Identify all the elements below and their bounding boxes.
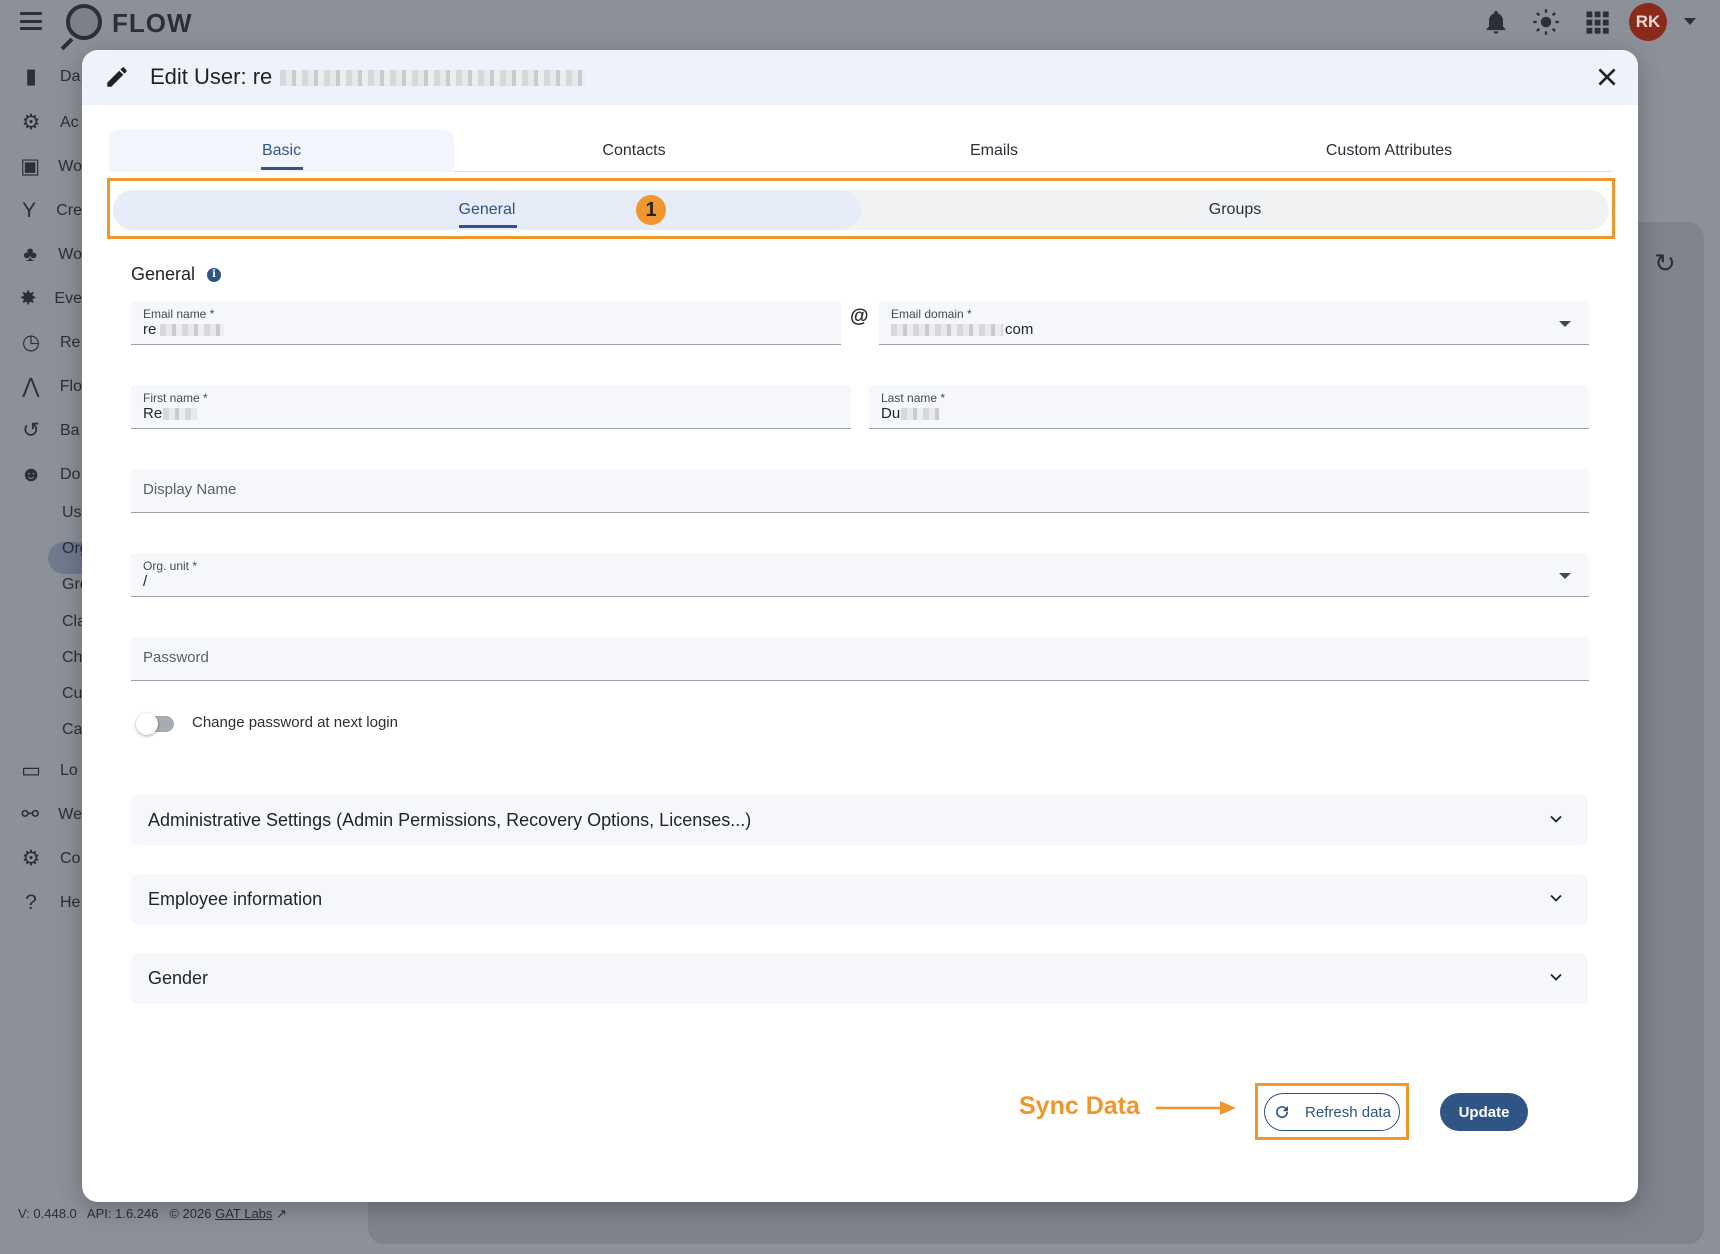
sidebar-item[interactable]: ⚯ We [18, 800, 82, 830]
first-name-field[interactable]: First name * Re [131, 385, 851, 429]
tab-contacts[interactable]: Contacts [454, 130, 814, 172]
sidebar-item[interactable]: ↺ Ba [18, 416, 82, 446]
redacted-text [891, 323, 1003, 336]
chevron-down-icon [1559, 321, 1571, 327]
modal-header: Edit User: re [82, 50, 1638, 105]
tab-emails[interactable]: Emails [814, 130, 1174, 172]
sidebar-sub-item[interactable]: Ch [62, 649, 82, 667]
sidebar-item[interactable]: ▭ Lo [18, 756, 82, 786]
app-name: FLOW [112, 8, 193, 38]
flow-logo-icon [66, 4, 102, 40]
info-icon[interactable]: i [207, 267, 222, 282]
people-icon: ☻ [19, 463, 43, 486]
redacted-text [280, 70, 586, 86]
sidebar: ▮ Da ⚙ Ac ▣ Wo Y Cre ♣ Wo ✸ Eve ◷ Re ⋀ Flo ↺ Ba ☻… [0, 46, 88, 1176]
refresh-icon[interactable]: ↻ [1654, 248, 1676, 279]
api-version-text: API: 1.6.246 [86, 1206, 159, 1221]
sidebar-item[interactable]: Y Cre [18, 196, 82, 226]
clock-icon: ◷ [21, 331, 41, 354]
version-text: V: 0.448.0 [18, 1206, 77, 1221]
sidebar-sub-item[interactable]: Ca [62, 721, 82, 739]
sidebar-sub-item[interactable]: Us [62, 504, 82, 522]
password-field[interactable]: Password [131, 637, 1589, 681]
main-tabs: Basic Contacts Emails Custom Attributes [109, 130, 1613, 172]
sidebar-item[interactable]: ☻ Do [18, 460, 82, 490]
external-link-icon: ↗ [276, 1206, 287, 1221]
sidebar-item[interactable]: ◷ Re [18, 328, 82, 358]
email-name-field[interactable]: Email name * re [131, 301, 841, 345]
sun-icon[interactable] [1532, 8, 1560, 36]
pencil-icon [107, 67, 127, 87]
at-sign: @ [850, 306, 869, 327]
bar-chart-icon: ▮ [25, 65, 37, 88]
edit-user-modal: Edit User: re Basic Contacts Emails Cust… [82, 50, 1638, 1202]
change-password-label: Change password at next login [192, 714, 398, 731]
chevron-down-icon [1559, 573, 1571, 579]
log-icon: ▭ [21, 759, 41, 782]
display-name-field[interactable]: Display Name [131, 469, 1589, 513]
history-icon: ↺ [22, 419, 40, 442]
accordion-administrative-settings[interactable]: Administrative Settings (Admin Permissio… [131, 795, 1588, 846]
modal-title: Edit User: re [150, 64, 273, 89]
footer: V: 0.448.0 API: 1.6.246 © 2026 GAT Labs … [18, 1206, 287, 1222]
chevron-down-icon [1550, 894, 1562, 902]
sidebar-item[interactable]: ? He [18, 888, 82, 918]
last-name-field[interactable]: Last name * Du [869, 385, 1589, 429]
accordion-employee-information[interactable]: Employee information [131, 874, 1588, 925]
sidebar-item[interactable]: ⚙ Co [18, 844, 82, 874]
top-bar: FLOW RK [0, 0, 1720, 46]
subtab-general[interactable]: General [113, 190, 861, 230]
sidebar-item[interactable]: ▣ Wo [18, 152, 82, 182]
redacted-text [901, 407, 940, 420]
refresh-data-button[interactable]: Refresh data [1264, 1093, 1400, 1131]
accordion-gender[interactable]: Gender [131, 953, 1588, 1004]
fork-icon: Y [22, 199, 37, 222]
chevron-down-icon [1550, 973, 1562, 981]
redacted-text [160, 323, 225, 336]
tab-basic[interactable]: Basic [109, 130, 454, 172]
sidebar-item[interactable]: ♣ Wo [18, 240, 82, 270]
webhook-icon: ⚯ [21, 803, 39, 826]
company-link[interactable]: GAT Labs [215, 1206, 272, 1221]
sidebar-item[interactable]: ⋀ Flo [18, 372, 82, 402]
subtab-groups[interactable]: Groups [861, 190, 1609, 230]
apps-grid-icon[interactable] [1583, 8, 1611, 36]
chevron-down-icon [1550, 815, 1562, 823]
alarm-icon: ✸ [19, 287, 38, 310]
flow-icon: ⋀ [22, 375, 40, 398]
avatar[interactable]: RK [1629, 3, 1667, 41]
window-code-icon: ▣ [20, 155, 41, 178]
org-unit-select[interactable]: Org. unit * / [131, 553, 1589, 597]
section-title: General i [131, 264, 222, 285]
update-button[interactable]: Update [1440, 1093, 1528, 1131]
sub-tabs: General Groups [113, 190, 1609, 230]
refresh-icon [1276, 1106, 1289, 1119]
change-password-toggle[interactable] [136, 713, 174, 735]
redacted-text [163, 407, 198, 420]
chevron-down-icon[interactable] [1684, 18, 1696, 25]
sidebar-item[interactable]: ▮ Da [18, 62, 82, 92]
annotation-number-badge: 1 [636, 195, 666, 225]
email-domain-select[interactable]: Email domain * com [879, 301, 1589, 345]
sidebar-sub-item[interactable]: Cu [62, 685, 82, 703]
sync-data-annotation: Sync Data [1019, 1092, 1140, 1120]
gear-icon: ⚙ [21, 847, 41, 870]
menu-icon[interactable] [20, 12, 42, 30]
sidebar-item[interactable]: ✸ Eve [18, 284, 82, 314]
sidebar-item[interactable]: ⚙ Ac [18, 108, 82, 138]
copyright-text: © 2026 [169, 1206, 212, 1221]
hierarchy-icon: ♣ [23, 243, 38, 266]
close-icon[interactable] [1594, 64, 1620, 90]
tab-custom-attributes[interactable]: Custom Attributes [1174, 130, 1604, 172]
gears-icon: ⚙ [21, 111, 41, 134]
arrow-right-icon [1156, 1101, 1236, 1115]
help-icon: ? [25, 891, 37, 914]
bell-icon[interactable] [1482, 8, 1510, 36]
